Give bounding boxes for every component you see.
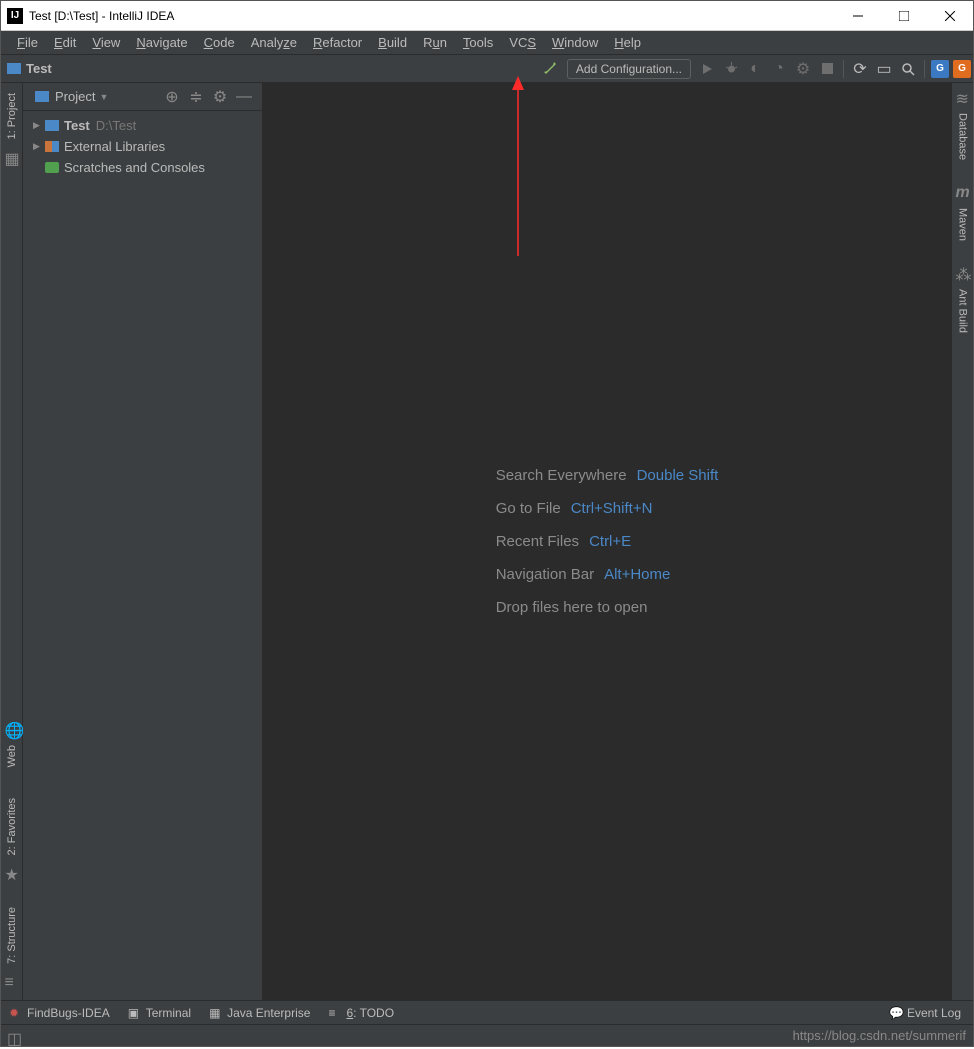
- minimize-button[interactable]: [835, 1, 881, 31]
- ant-icon: ⁂: [956, 265, 970, 279]
- target-icon[interactable]: ⊕: [163, 88, 181, 106]
- main-menu: File Edit View Navigate Code Analyze Ref…: [1, 31, 973, 55]
- folder-icon: [7, 63, 21, 74]
- terminal-button[interactable]: ▣Terminal: [128, 1006, 191, 1020]
- todo-button[interactable]: ≡6: TODO: [328, 1006, 394, 1020]
- java-enterprise-button[interactable]: ▦Java Enterprise: [209, 1006, 310, 1020]
- build-icon[interactable]: [540, 58, 562, 80]
- database-icon: ≋: [956, 89, 970, 103]
- rail-web[interactable]: Web: [6, 739, 18, 773]
- menu-code[interactable]: Code: [196, 35, 243, 50]
- tree-root-label: Test: [64, 118, 90, 133]
- window-titlebar: IJ Test [D:\Test] - IntelliJ IDEA: [1, 1, 973, 31]
- debug-icon[interactable]: [720, 58, 742, 80]
- tree-root[interactable]: ▶ Test D:\Test: [23, 115, 262, 136]
- quick-access-icon[interactable]: ◫: [7, 1029, 21, 1043]
- watermark: https://blog.csdn.net/summerif: [793, 1028, 966, 1043]
- globe-icon: 🌐: [5, 721, 19, 735]
- terminal-icon: ▣: [128, 1006, 141, 1019]
- hide-icon[interactable]: —: [235, 88, 253, 106]
- tree-scratches[interactable]: Scratches and Consoles: [23, 157, 262, 178]
- right-tool-rail: ≋ Database m Maven ⁂ Ant Build: [951, 83, 973, 1000]
- attach-icon[interactable]: ⚙: [792, 58, 814, 80]
- maven-icon: m: [956, 184, 970, 198]
- menu-build[interactable]: Build: [370, 35, 415, 50]
- rail-structure[interactable]: 7: Structure: [6, 901, 18, 970]
- project-panel: Project ▼ ⊕ ≑ ⚙ — ▶ Test D:\Test ▶: [23, 83, 263, 1000]
- library-icon: [45, 141, 59, 152]
- tree-root-path: D:\Test: [96, 118, 136, 133]
- java-icon: ▦: [209, 1006, 222, 1019]
- menu-view[interactable]: View: [84, 35, 128, 50]
- tree-extlib-label: External Libraries: [64, 139, 165, 154]
- scratch-icon: [45, 162, 59, 173]
- layout-icon[interactable]: ▭: [873, 58, 895, 80]
- structure-icon: ≡: [5, 974, 19, 988]
- event-log-button[interactable]: 💬Event Log: [889, 1006, 961, 1020]
- profiler-icon[interactable]: ◔: [768, 58, 790, 80]
- project-view-label: Project: [55, 89, 95, 104]
- project-view-selector[interactable]: Project ▼: [29, 87, 114, 106]
- star-icon: ★: [5, 865, 19, 879]
- menu-analyze[interactable]: Analyze: [243, 35, 305, 50]
- hint-drop-files: Drop files here to open: [496, 599, 719, 616]
- navigation-toolbar: Test Add Configuration... ◐ ◔ ⚙ ⟳ ▭ G G: [1, 55, 973, 83]
- project-tree: ▶ Test D:\Test ▶ External Libraries Scra…: [23, 111, 262, 182]
- coverage-icon[interactable]: ◐: [744, 58, 766, 80]
- hint-navigation-bar: Navigation BarAlt+Home: [496, 566, 719, 583]
- menu-tools[interactable]: Tools: [455, 35, 501, 50]
- hint-recent-files: Recent FilesCtrl+E: [496, 533, 719, 550]
- breadcrumb[interactable]: Test: [1, 61, 58, 76]
- folder-icon: [35, 91, 49, 102]
- rail-maven[interactable]: Maven: [957, 202, 969, 247]
- menu-refactor[interactable]: Refactor: [305, 35, 370, 50]
- tree-external-libraries[interactable]: ▶ External Libraries: [23, 136, 262, 157]
- breadcrumb-label: Test: [26, 61, 52, 76]
- rail-project-icon: ▦: [5, 149, 19, 163]
- bug-icon: ✹: [9, 1006, 22, 1019]
- rail-database[interactable]: Database: [957, 107, 969, 166]
- todo-icon: ≡: [328, 1006, 341, 1019]
- plugin-badge-1[interactable]: G: [931, 60, 949, 78]
- expand-icon[interactable]: ▶: [33, 120, 43, 131]
- plugin-badge-2[interactable]: G: [953, 60, 971, 78]
- run-icon[interactable]: [696, 58, 718, 80]
- shortcut-hints: Search EverywhereDouble Shift Go to File…: [496, 451, 719, 632]
- stop-icon[interactable]: [816, 58, 838, 80]
- window-title: Test [D:\Test] - IntelliJ IDEA: [29, 9, 835, 23]
- menu-help[interactable]: Help: [606, 35, 649, 50]
- gear-icon[interactable]: ⚙: [211, 88, 229, 106]
- chevron-down-icon: ▼: [99, 92, 108, 102]
- rail-ant[interactable]: Ant Build: [957, 283, 969, 339]
- menu-edit[interactable]: Edit: [46, 35, 84, 50]
- hint-go-to-file: Go to FileCtrl+Shift+N: [496, 500, 719, 517]
- hint-search-everywhere: Search EverywhereDouble Shift: [496, 467, 719, 484]
- collapse-icon[interactable]: ≑: [187, 88, 205, 106]
- expand-icon[interactable]: ▶: [33, 141, 43, 152]
- maximize-button[interactable]: [881, 1, 927, 31]
- rail-favorites[interactable]: 2: Favorites: [6, 792, 18, 861]
- folder-icon: [45, 120, 59, 131]
- menu-run[interactable]: Run: [415, 35, 455, 50]
- editor-empty-state: Search EverywhereDouble Shift Go to File…: [263, 83, 951, 1000]
- tree-scratch-label: Scratches and Consoles: [64, 160, 205, 175]
- rail-project[interactable]: 1: Project: [6, 87, 18, 145]
- tool-window-bar: ✹FindBugs-IDEA ▣Terminal ▦Java Enterpris…: [1, 1000, 973, 1024]
- left-tool-rail: 1: Project ▦ 🌐 Web 2: Favorites ★ 7: Str…: [1, 83, 23, 1000]
- balloon-icon: 💬: [889, 1006, 902, 1019]
- findbugs-button[interactable]: ✹FindBugs-IDEA: [9, 1006, 110, 1020]
- menu-navigate[interactable]: Navigate: [128, 35, 195, 50]
- add-configuration-button[interactable]: Add Configuration...: [567, 59, 691, 79]
- search-icon[interactable]: [897, 58, 919, 80]
- close-button[interactable]: [927, 1, 973, 31]
- menu-file[interactable]: File: [9, 35, 46, 50]
- app-icon: IJ: [7, 8, 23, 24]
- menu-vcs[interactable]: VCS: [501, 35, 544, 50]
- menu-window[interactable]: Window: [544, 35, 606, 50]
- update-icon[interactable]: ⟳: [849, 58, 871, 80]
